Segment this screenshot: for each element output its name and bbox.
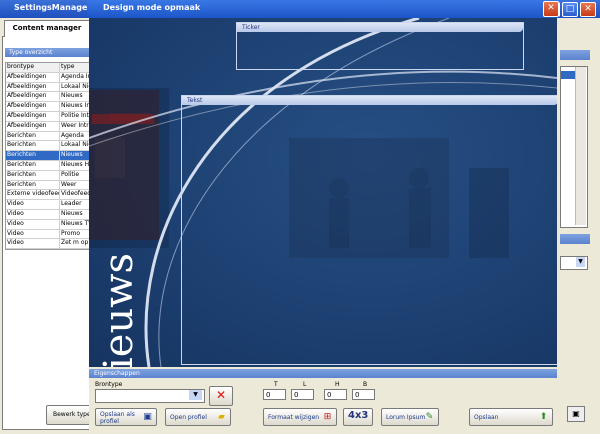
dialog-titlebar[interactable]: Design mode opmaak <box>87 0 559 18</box>
cell-brontype: Video <box>6 239 60 249</box>
right-panel-header <box>560 50 590 60</box>
cell-brontype: Berichten <box>6 160 60 170</box>
cell-brontype: Video <box>6 219 60 229</box>
aspect-4x3-button[interactable]: 4x3 <box>343 408 373 426</box>
label-b: B <box>363 381 368 388</box>
table-row-selected[interactable]: Berichten Nieuws <box>6 151 92 161</box>
table-row[interactable]: Video Promo <box>6 229 92 240</box>
type-overzicht-header: Type overzicht <box>5 48 95 57</box>
table-row[interactable]: Berichten Agenda <box>6 131 92 142</box>
left-field[interactable]: 0 <box>291 389 314 400</box>
table-row[interactable]: Afbeeldingen Lokaal Nie <box>6 82 92 93</box>
tekst-label: Tekst <box>187 97 203 104</box>
red-x-icon: ✕ <box>215 388 227 402</box>
table-row[interactable]: Berichten Politie <box>6 170 92 181</box>
table-row[interactable]: Afbeeldingen Nieuws Intr <box>6 102 92 112</box>
lorum-ipsum-label: Lorum Ipsum <box>386 414 426 421</box>
cell-brontype: Afbeeldingen <box>6 72 60 82</box>
design-mode-dialog: Design mode opmaak ✕ Ticker Tekst Nieuws… <box>87 0 559 434</box>
ticker-region-header <box>237 23 523 32</box>
open-profile-button[interactable]: Open profiel ▰ <box>165 408 231 426</box>
label-l: L <box>303 381 307 388</box>
cell-brontype: Afbeeldingen <box>6 92 60 102</box>
tekst-region[interactable]: Tekst <box>181 95 557 365</box>
table-row[interactable]: Berichten Weer <box>6 180 92 191</box>
cell-brontype: Video <box>6 200 60 209</box>
tab-content-manager[interactable]: Content manager <box>4 20 90 37</box>
disk-icon: ▣ <box>143 412 152 422</box>
table-row[interactable]: Video Nieuws <box>6 209 92 220</box>
cell-brontype: Berichten <box>6 180 60 190</box>
resize-icon: ⊞ <box>323 412 332 422</box>
table-row[interactable]: Afbeeldingen Nieuws <box>6 92 92 103</box>
column-header-brontype[interactable]: brontype <box>6 63 60 72</box>
change-format-label: Formaat wijzigen <box>268 414 320 421</box>
maximize-icon[interactable]: □ <box>562 2 578 17</box>
background-close-icon[interactable]: ✕ <box>580 2 596 17</box>
cell-brontype: Externe videofeed <box>7 190 60 200</box>
right-panel-selected-row[interactable] <box>561 71 575 79</box>
save-as-profile-button[interactable]: Opslaan als profiel ▣ <box>95 408 157 426</box>
table-row[interactable]: Video Nieuws TV <box>6 219 92 230</box>
label-h: H <box>335 381 340 388</box>
eigenschappen-header: Eigenschappen <box>89 369 557 378</box>
save-label: Opslaan <box>474 414 499 421</box>
cell-brontype: Berichten <box>6 170 60 180</box>
close-icon[interactable]: ✕ <box>543 1 559 17</box>
dialog-title: Design mode opmaak <box>103 3 201 12</box>
height-field[interactable]: 0 <box>324 389 347 400</box>
table-header-row: brontype type <box>6 63 92 73</box>
table-row[interactable]: Berichten Lokaal Nie <box>6 141 92 152</box>
open-profile-label: Open profiel <box>170 414 207 421</box>
background-window-title: SettingsManager <box>14 3 92 12</box>
save-disk-icon[interactable]: ▣ <box>567 406 585 422</box>
pencil-icon: ✎ <box>425 412 434 422</box>
save-as-profile-label: Opslaan als profiel <box>100 411 135 425</box>
nieuws-side-text: Nieuws <box>96 253 142 367</box>
right-panel-header-2 <box>560 234 590 244</box>
ticker-label: Ticker <box>242 24 260 31</box>
table-row[interactable]: Afbeeldingen Weer Intro <box>6 121 92 132</box>
change-format-button[interactable]: Formaat wijzigen ⊞ <box>263 408 337 426</box>
design-canvas[interactable]: Ticker Tekst Nieuws <box>89 18 557 367</box>
table-row[interactable]: AfbeeldingenAgenda Intro <box>6 72 92 83</box>
label-t: T <box>274 381 278 388</box>
table-row[interactable]: Afbeeldingen Politie Intro <box>6 111 92 122</box>
save-arrow-icon: ⬆ <box>539 412 548 422</box>
delete-button[interactable]: ✕ <box>209 386 233 406</box>
type-table: brontype type AfbeeldingenAgenda Intro A… <box>5 62 93 251</box>
tekst-region-header <box>182 96 557 105</box>
cell-brontype: Afbeeldingen <box>6 121 60 131</box>
table-row[interactable]: Video Leader <box>6 200 92 210</box>
aspect-4x3-label: 4x3 <box>348 410 369 421</box>
chevron-down-icon[interactable]: ▼ <box>189 390 202 400</box>
save-button[interactable]: Opslaan ⬆ <box>469 408 553 426</box>
table-row[interactable]: Externe videofeed Videofeed <box>6 190 92 201</box>
top-field[interactable]: 0 <box>263 389 286 400</box>
cell-brontype: Berichten <box>6 131 60 141</box>
table-row[interactable]: Berichten Nieuws He <box>6 160 92 171</box>
cell-brontype: Video <box>6 209 60 219</box>
cell-brontype: Video <box>6 229 60 239</box>
cell-brontype: Afbeeldingen <box>6 102 60 111</box>
lorum-ipsum-button[interactable]: Lorum Ipsum ✎ <box>381 408 439 426</box>
cell-brontype: Berichten <box>6 151 60 160</box>
cell-brontype: Berichten <box>6 141 60 151</box>
cell-brontype: Afbeeldingen <box>6 111 60 121</box>
right-panel-scrollbar[interactable] <box>575 67 586 225</box>
cell-brontype: Afbeeldingen <box>6 82 60 92</box>
width-field[interactable]: 0 <box>352 389 375 400</box>
brontype-label: Brontype <box>95 381 123 388</box>
folder-icon: ▰ <box>218 412 225 422</box>
chevron-down-icon[interactable]: ▼ <box>576 257 585 267</box>
ticker-region[interactable]: Ticker <box>236 22 524 70</box>
table-row[interactable]: Video Zet m op 9 <box>6 239 92 250</box>
properties-panel: Eigenschappen Brontype ▼ ✕ T L H B 0 0 0… <box>89 367 557 432</box>
